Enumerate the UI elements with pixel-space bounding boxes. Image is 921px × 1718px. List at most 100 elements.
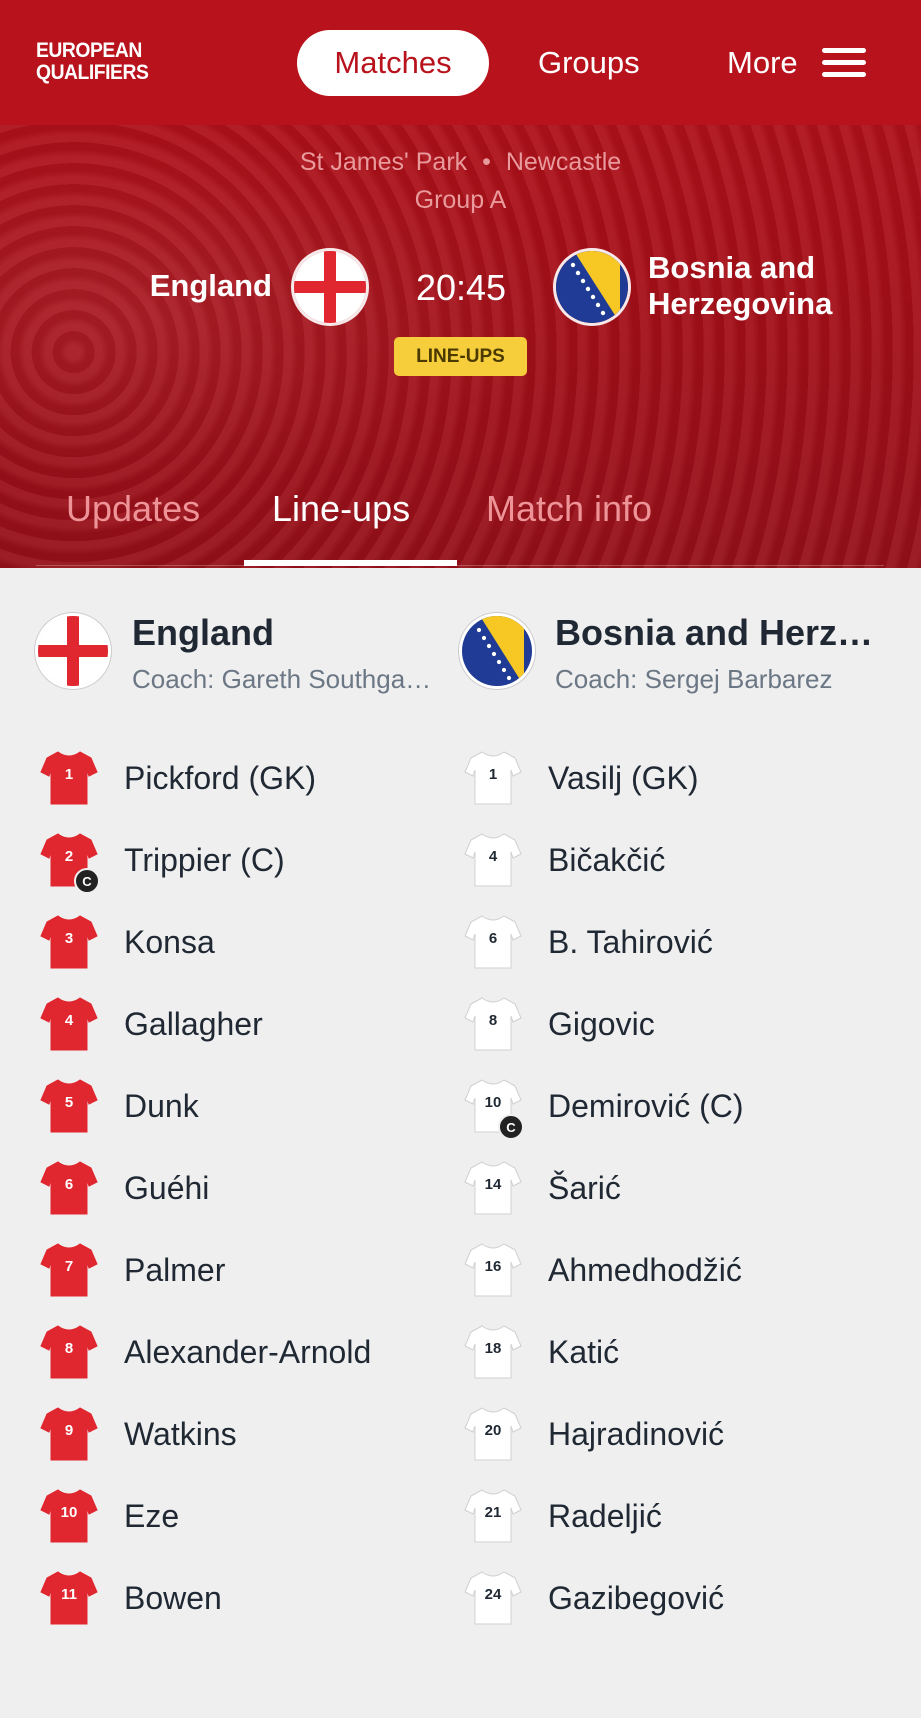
nav-groups[interactable]: Groups bbox=[538, 45, 640, 81]
player-name: Dunk bbox=[124, 1088, 199, 1124]
shirt-icon: 5 bbox=[38, 1076, 100, 1136]
home-player-row[interactable]: 1 Pickford (GK) bbox=[38, 748, 438, 808]
shirt-number: 1 bbox=[488, 766, 498, 783]
player-name: Katić bbox=[548, 1334, 620, 1370]
away-player-row[interactable]: 8 Gigovic bbox=[462, 994, 862, 1054]
shirt-number: 7 bbox=[64, 1258, 74, 1275]
shirt-icon: 8 bbox=[462, 994, 524, 1054]
shirt-number: 10 bbox=[484, 1094, 502, 1111]
home-team-name[interactable]: England bbox=[100, 268, 272, 304]
captain-badge-icon: C bbox=[498, 1114, 524, 1140]
shirt-number: 2 bbox=[64, 848, 74, 865]
home-player-row[interactable]: 10 Eze bbox=[38, 1486, 438, 1546]
captain-badge-icon: C bbox=[74, 868, 100, 894]
tab-updates[interactable]: Updates bbox=[66, 488, 200, 530]
player-name: Hajradinović bbox=[548, 1416, 725, 1452]
bosnia-flag-icon[interactable] bbox=[556, 251, 628, 323]
shirt-icon: 7 bbox=[38, 1240, 100, 1300]
player-name: Pickford (GK) bbox=[124, 760, 317, 796]
england-flag-icon[interactable] bbox=[294, 251, 366, 323]
player-name: Gallagher bbox=[124, 1006, 263, 1042]
away-player-row[interactable]: 10 C Demirović (C) bbox=[462, 1076, 862, 1140]
player-name: Demirović (C) bbox=[548, 1088, 744, 1124]
tab-line-ups[interactable]: Line-ups bbox=[272, 488, 410, 530]
shirt-icon: 20 bbox=[462, 1404, 524, 1464]
shirt-number: 20 bbox=[484, 1422, 502, 1439]
kickoff-time: 20:45 bbox=[415, 267, 507, 308]
england-flag-icon bbox=[38, 616, 108, 686]
nav-more[interactable]: More bbox=[727, 45, 798, 81]
player-name: Watkins bbox=[124, 1416, 237, 1452]
shirt-number: 14 bbox=[484, 1176, 502, 1193]
away-player-row[interactable]: 21 Radeljić bbox=[462, 1486, 862, 1546]
shirt-number: 18 bbox=[484, 1340, 502, 1357]
away-player-row[interactable]: 24 Gazibegović bbox=[462, 1568, 862, 1628]
shirt-number: 24 bbox=[484, 1586, 502, 1603]
logo-line-2: QUALIFIERS bbox=[36, 61, 149, 84]
shirt-number: 8 bbox=[64, 1340, 74, 1357]
away-team-title[interactable]: Bosnia and Herz… bbox=[555, 612, 873, 654]
away-player-row[interactable]: 14 Šarić bbox=[462, 1158, 862, 1218]
away-team-name[interactable]: Bosnia and Herzegovina bbox=[648, 250, 908, 322]
shirt-icon: 10 bbox=[38, 1486, 100, 1546]
active-tab-indicator bbox=[244, 560, 457, 566]
shirt-number: 5 bbox=[64, 1094, 74, 1111]
home-player-row[interactable]: 11 Bowen bbox=[38, 1568, 438, 1628]
tab-divider bbox=[36, 565, 884, 566]
away-team-name-line-1: Bosnia and bbox=[648, 250, 816, 285]
home-player-row[interactable]: 4 Gallagher bbox=[38, 994, 438, 1054]
home-player-row[interactable]: 3 Konsa bbox=[38, 912, 438, 972]
home-player-row[interactable]: 2 C Trippier (C) bbox=[38, 830, 438, 894]
shirt-number: 9 bbox=[64, 1422, 74, 1439]
shirt-number: 21 bbox=[484, 1504, 502, 1521]
nav-matches[interactable]: Matches bbox=[297, 30, 489, 96]
player-name: Bičakčić bbox=[548, 842, 666, 878]
shirt-number: 8 bbox=[488, 1012, 498, 1029]
away-team-coach: Coach: Sergej Barbarez bbox=[555, 664, 833, 694]
tab-match-info[interactable]: Match info bbox=[486, 488, 652, 530]
player-name: Radeljić bbox=[548, 1498, 662, 1534]
home-player-row[interactable]: 5 Dunk bbox=[38, 1076, 438, 1136]
player-name: Gazibegović bbox=[548, 1580, 725, 1616]
match-status-badge: LINE-UPS bbox=[394, 337, 527, 376]
away-player-row[interactable]: 1 Vasilj (GK) bbox=[462, 748, 862, 808]
player-name: Ahmedhodžić bbox=[548, 1252, 742, 1288]
away-player-row[interactable]: 18 Katić bbox=[462, 1322, 862, 1382]
shirt-number: 6 bbox=[488, 930, 498, 947]
home-player-row[interactable]: 6 Guéhi bbox=[38, 1158, 438, 1218]
player-name: B. Tahirović bbox=[548, 924, 713, 960]
home-player-row[interactable]: 9 Watkins bbox=[38, 1404, 438, 1464]
player-name: Konsa bbox=[124, 924, 215, 960]
shirt-icon: 3 bbox=[38, 912, 100, 972]
home-team-title[interactable]: England bbox=[132, 612, 274, 654]
shirt-icon: 14 bbox=[462, 1158, 524, 1218]
shirt-number: 11 bbox=[61, 1586, 77, 1603]
home-player-row[interactable]: 7 Palmer bbox=[38, 1240, 438, 1300]
player-name: Šarić bbox=[548, 1170, 621, 1206]
group-label: Group A bbox=[414, 186, 507, 214]
hamburger-menu-icon[interactable] bbox=[822, 48, 866, 80]
shirt-icon: 24 bbox=[462, 1568, 524, 1628]
player-name: Palmer bbox=[124, 1252, 226, 1288]
shirt-icon: 11 bbox=[38, 1568, 100, 1628]
shirt-icon: 9 bbox=[38, 1404, 100, 1464]
european-qualifiers-logo[interactable]: EUROPEAN QUALIFIERS bbox=[36, 40, 149, 84]
stadium-name: St James' Park bbox=[299, 148, 468, 176]
away-player-row[interactable]: 16 Ahmedhodžić bbox=[462, 1240, 862, 1300]
match-header: EUROPEAN QUALIFIERS Matches Groups More … bbox=[0, 0, 921, 568]
home-team-coach: Coach: Gareth Southga… bbox=[132, 664, 432, 694]
shirt-number: 4 bbox=[488, 848, 498, 865]
shirt-number: 6 bbox=[64, 1176, 74, 1193]
away-player-row[interactable]: 6 B. Tahirović bbox=[462, 912, 862, 972]
shirt-icon: 4 bbox=[38, 994, 100, 1054]
player-name: Guéhi bbox=[124, 1170, 210, 1206]
shirt-icon: 6 bbox=[462, 912, 524, 972]
away-player-row[interactable]: 20 Hajradinović bbox=[462, 1404, 862, 1464]
shirt-icon: 18 bbox=[462, 1322, 524, 1382]
shirt-number: 4 bbox=[64, 1012, 74, 1029]
bosnia-flag-icon bbox=[462, 616, 532, 686]
home-player-row[interactable]: 8 Alexander-Arnold bbox=[38, 1322, 438, 1382]
away-player-row[interactable]: 4 Bičakčić bbox=[462, 830, 862, 890]
shirt-icon: 4 bbox=[462, 830, 524, 890]
shirt-icon: 1 bbox=[38, 748, 100, 808]
